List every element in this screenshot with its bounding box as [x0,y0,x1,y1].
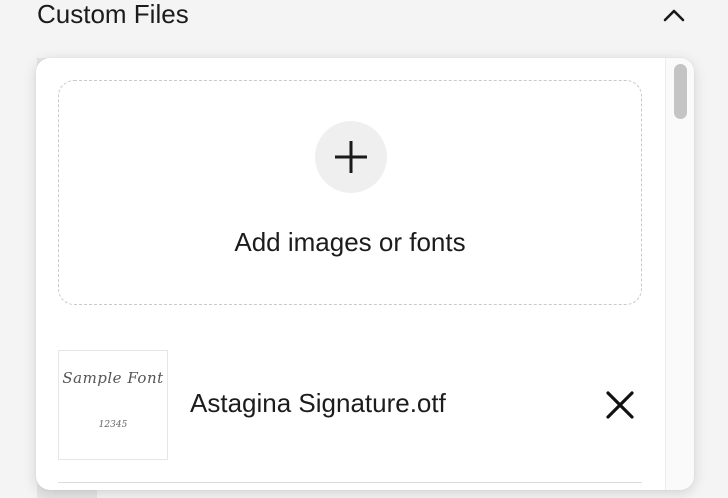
chevron-up-icon [663,9,685,22]
close-icon [606,391,634,419]
section-title: Custom Files [37,0,189,29]
scrollbar-thumb[interactable] [674,64,687,119]
item-divider [58,482,642,483]
remove-file-button[interactable] [600,385,640,425]
dropzone-label: Add images or fonts [234,227,466,257]
font-preview-sample: Sample Font [62,369,164,387]
scrollbar-track[interactable] [665,58,694,490]
custom-files-header: Custom Files [0,0,728,40]
custom-files-panel: Add images or fonts Sample Font 12345 As… [36,58,694,490]
file-name: Astagina Signature.otf [190,388,446,418]
add-file-button[interactable] [315,121,387,193]
plus-icon [335,141,367,173]
collapse-section-button[interactable] [654,0,694,30]
file-item: Sample Font 12345 Astagina Signature.otf [58,350,642,460]
upload-dropzone[interactable]: Add images or fonts [58,80,642,305]
font-preview-thumbnail: Sample Font 12345 [58,350,168,460]
font-preview-numbers: 12345 [98,420,128,430]
